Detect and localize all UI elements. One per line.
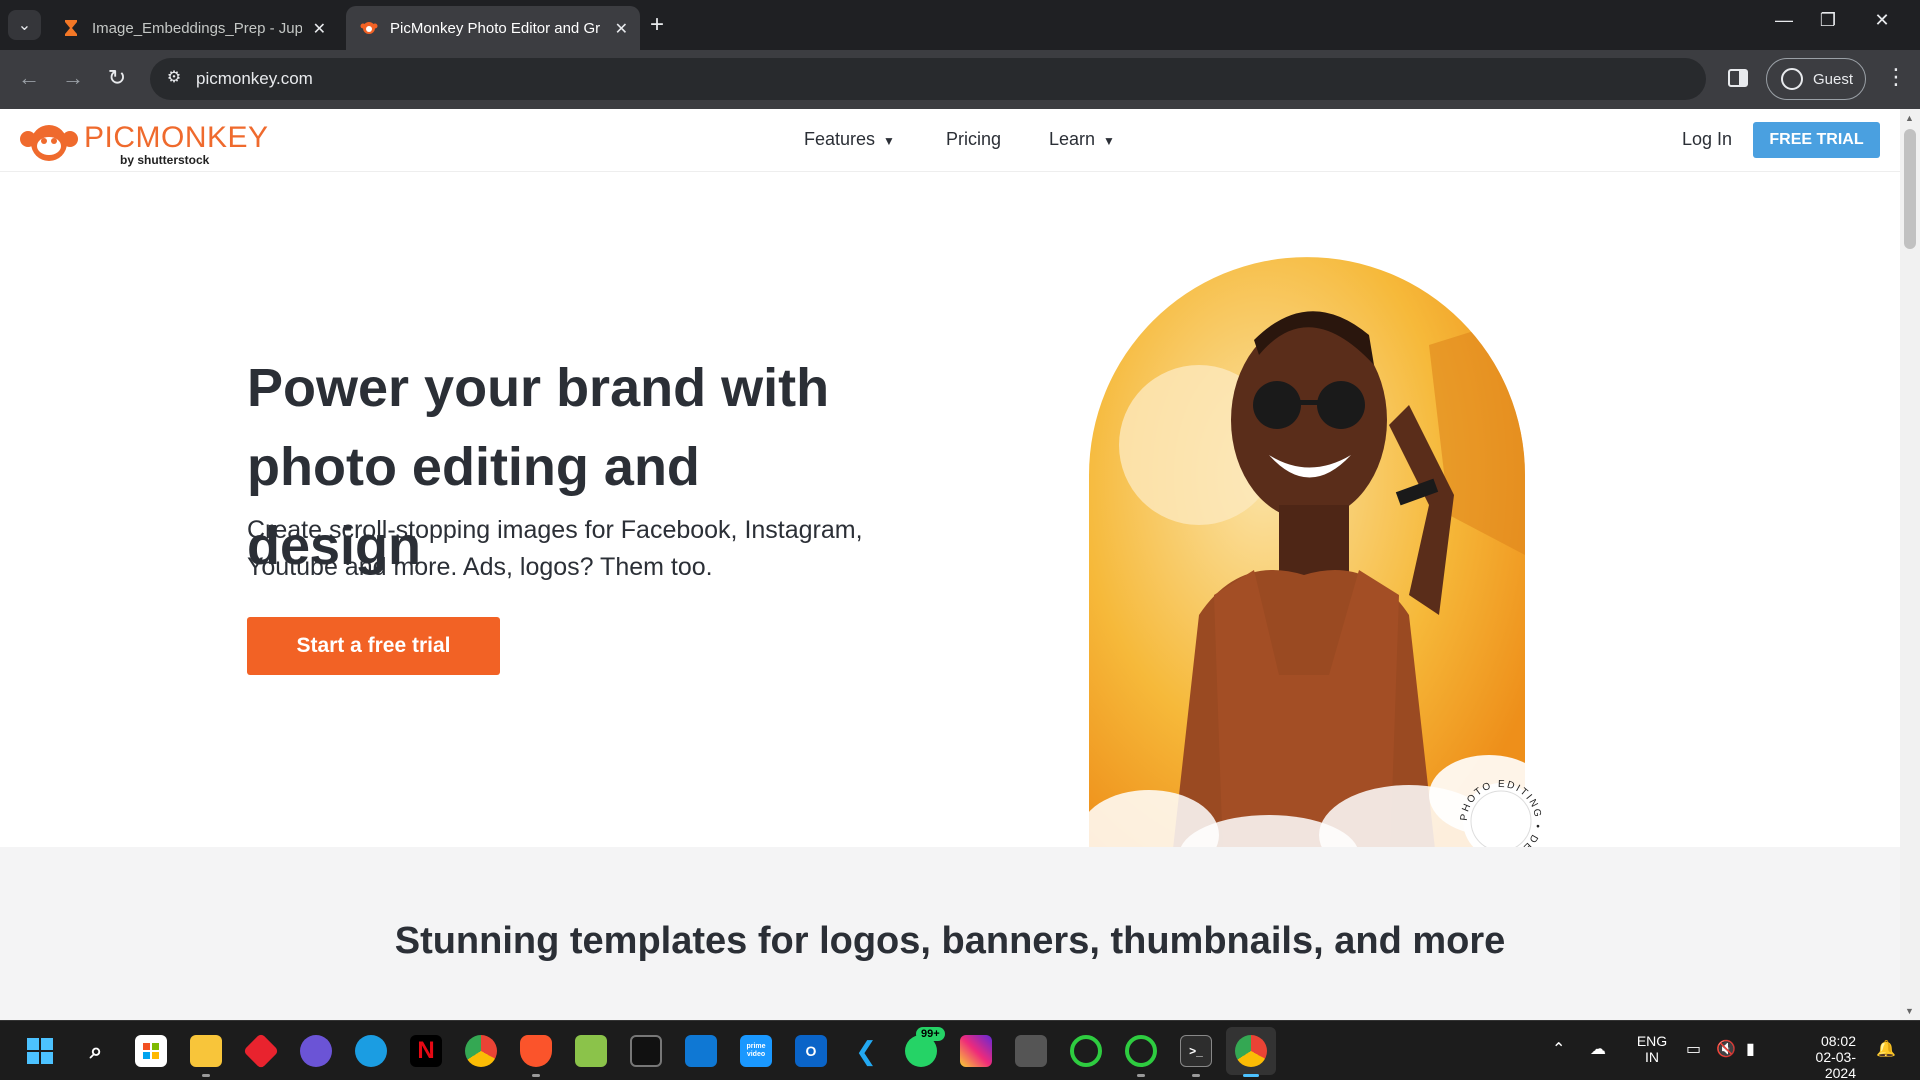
running-indicator: [1137, 1074, 1145, 1077]
network-icon[interactable]: ▭: [1686, 1039, 1701, 1059]
scroll-down-icon[interactable]: ▼: [1905, 1006, 1914, 1016]
close-icon[interactable]: ✕: [313, 19, 326, 39]
free-trial-button[interactable]: FREE TRIAL: [1753, 122, 1880, 158]
scroll-up-icon[interactable]: ▲: [1905, 113, 1914, 123]
copilot-icon[interactable]: [300, 1035, 332, 1067]
prime-video-icon[interactable]: prime video: [740, 1035, 772, 1067]
scrollbar-thumb[interactable]: [1904, 129, 1916, 249]
address-bar[interactable]: ⚙ picmonkey.com: [150, 58, 1706, 100]
logo-byline: by shutterstock: [120, 153, 210, 167]
chevron-down-icon: ▼: [1103, 134, 1115, 148]
file-explorer-icon[interactable]: [190, 1035, 222, 1067]
app-green-ring2-icon[interactable]: [1125, 1035, 1157, 1067]
templates-section: Stunning templates for logos, banners, t…: [0, 847, 1900, 1020]
language-top: ENG: [1636, 1033, 1668, 1049]
monkey-logo-icon: [20, 125, 78, 161]
tab-title: PicMonkey Photo Editor and Graphic Desig…: [390, 19, 600, 37]
store-icon[interactable]: [135, 1035, 167, 1067]
app-green-ring-icon[interactable]: [1070, 1035, 1102, 1067]
language-indicator[interactable]: ENG IN: [1636, 1033, 1668, 1065]
nav-label: Pricing: [946, 129, 1002, 149]
browser-toolbar: ← → ↻ ⚙ picmonkey.com Guest ⋮: [0, 50, 1920, 109]
hero-subtitle: Create scroll-stopping images for Facebo…: [247, 516, 863, 581]
nav-features[interactable]: Features ▼: [804, 129, 895, 150]
logo-wordmark: PICMONKEY: [84, 121, 269, 154]
reload-icon[interactable]: ↻: [102, 65, 132, 91]
brave-icon[interactable]: [520, 1035, 552, 1067]
hourglass-icon: [65, 20, 77, 36]
forward-icon[interactable]: →: [58, 65, 88, 91]
chevron-up-icon[interactable]: ⌃: [1552, 1039, 1565, 1059]
tab-jupyter[interactable]: Image_Embeddings_Prep - Jupyter ✕: [48, 6, 338, 50]
battery-icon[interactable]: ▮: [1746, 1039, 1755, 1059]
start-free-trial-button[interactable]: Start a free trial: [247, 617, 500, 675]
chrome-active-icon[interactable]: [1235, 1035, 1267, 1067]
outlook-icon[interactable]: O: [795, 1035, 827, 1067]
login-link[interactable]: Log In: [1682, 129, 1732, 150]
page-viewport: PICMONKEY by shutterstock Features ▼ Pric…: [0, 109, 1920, 1020]
windows-start-icon[interactable]: [24, 1035, 56, 1067]
running-indicator: [1192, 1074, 1200, 1077]
close-icon[interactable]: ✕: [615, 19, 628, 39]
nav-pricing[interactable]: Pricing: [946, 129, 1001, 150]
running-indicator: [532, 1074, 540, 1077]
site-info-icon[interactable]: ⚙: [162, 67, 186, 91]
notification-badge: 99+: [916, 1027, 945, 1041]
profile-button[interactable]: Guest: [1766, 58, 1866, 100]
photos-icon[interactable]: [575, 1035, 607, 1067]
running-indicator: [202, 1074, 210, 1077]
instagram-icon[interactable]: [960, 1035, 992, 1067]
picmonkey-icon: [360, 22, 378, 34]
app-gray-icon[interactable]: [1015, 1035, 1047, 1067]
side-panel-icon[interactable]: [1726, 66, 1750, 90]
edge-icon[interactable]: [355, 1035, 387, 1067]
tab-picmonkey[interactable]: PicMonkey Photo Editor and Graphic Desig…: [346, 6, 640, 50]
tab-search-button[interactable]: ⌄: [8, 10, 41, 40]
site-header: PICMONKEY by shutterstock Features ▼ Pric…: [0, 109, 1900, 172]
windows-taskbar: ⌕ N prime video O ❮ 99+ >_ ⌃ ☁ ENG IN ▭ …: [0, 1020, 1920, 1081]
browser-chrome: ⌄ Image_Embeddings_Prep - Jupyter ✕ PicM…: [0, 0, 1920, 109]
vscode-icon[interactable]: ❮: [850, 1035, 882, 1067]
chevron-down-icon: ⌄: [17, 17, 32, 34]
profile-icon: [1781, 68, 1803, 90]
onedrive-icon[interactable]: ☁: [1590, 1039, 1606, 1059]
chrome-icon[interactable]: [465, 1035, 497, 1067]
nav-label: Learn: [1049, 129, 1096, 149]
picmonkey-logo[interactable]: PICMONKEY by shutterstock: [18, 121, 268, 167]
chevron-down-icon: ▼: [883, 134, 895, 148]
app-red-icon[interactable]: [242, 1032, 280, 1070]
nav-label: Features: [804, 129, 876, 149]
app-blue-icon[interactable]: [685, 1035, 717, 1067]
back-icon[interactable]: ←: [14, 65, 44, 91]
clock-date: 02-03-2024: [1815, 1049, 1856, 1081]
active-indicator: [1243, 1074, 1259, 1077]
mute-icon[interactable]: 🔇: [1716, 1039, 1736, 1059]
netflix-icon[interactable]: N: [410, 1035, 442, 1067]
language-bottom: IN: [1645, 1049, 1659, 1065]
tab-title: Image_Embeddings_Prep - Jupyter: [92, 19, 302, 37]
window-close-icon[interactable]: ✕: [1862, 10, 1902, 31]
minimize-icon[interactable]: —: [1764, 10, 1804, 31]
page-scrollbar[interactable]: ▲ ▼: [1900, 109, 1920, 1020]
more-menu-icon[interactable]: ⋮: [1885, 64, 1907, 90]
clock[interactable]: 08:02 02-03-2024: [1786, 1033, 1856, 1081]
tab-bar: ⌄ Image_Embeddings_Prep - Jupyter ✕ PicM…: [0, 0, 1920, 50]
restore-icon[interactable]: ❐: [1808, 10, 1848, 31]
notification-bell-icon[interactable]: 🔔: [1876, 1039, 1896, 1059]
templates-heading: Stunning templates for logos, banners, t…: [394, 920, 1506, 962]
nav-learn[interactable]: Learn ▼: [1049, 129, 1115, 150]
clock-time: 08:02: [1820, 1033, 1856, 1049]
search-icon[interactable]: ⌕: [80, 1035, 112, 1067]
url-text[interactable]: picmonkey.com: [196, 69, 313, 89]
terminal-icon[interactable]: [630, 1035, 662, 1067]
profile-label: Guest: [1813, 70, 1854, 88]
cmd-icon[interactable]: >_: [1180, 1035, 1212, 1067]
new-tab-button[interactable]: +: [650, 11, 664, 39]
hero-photo: PHOTO EDITING • DESIGN •: [1089, 257, 1541, 885]
